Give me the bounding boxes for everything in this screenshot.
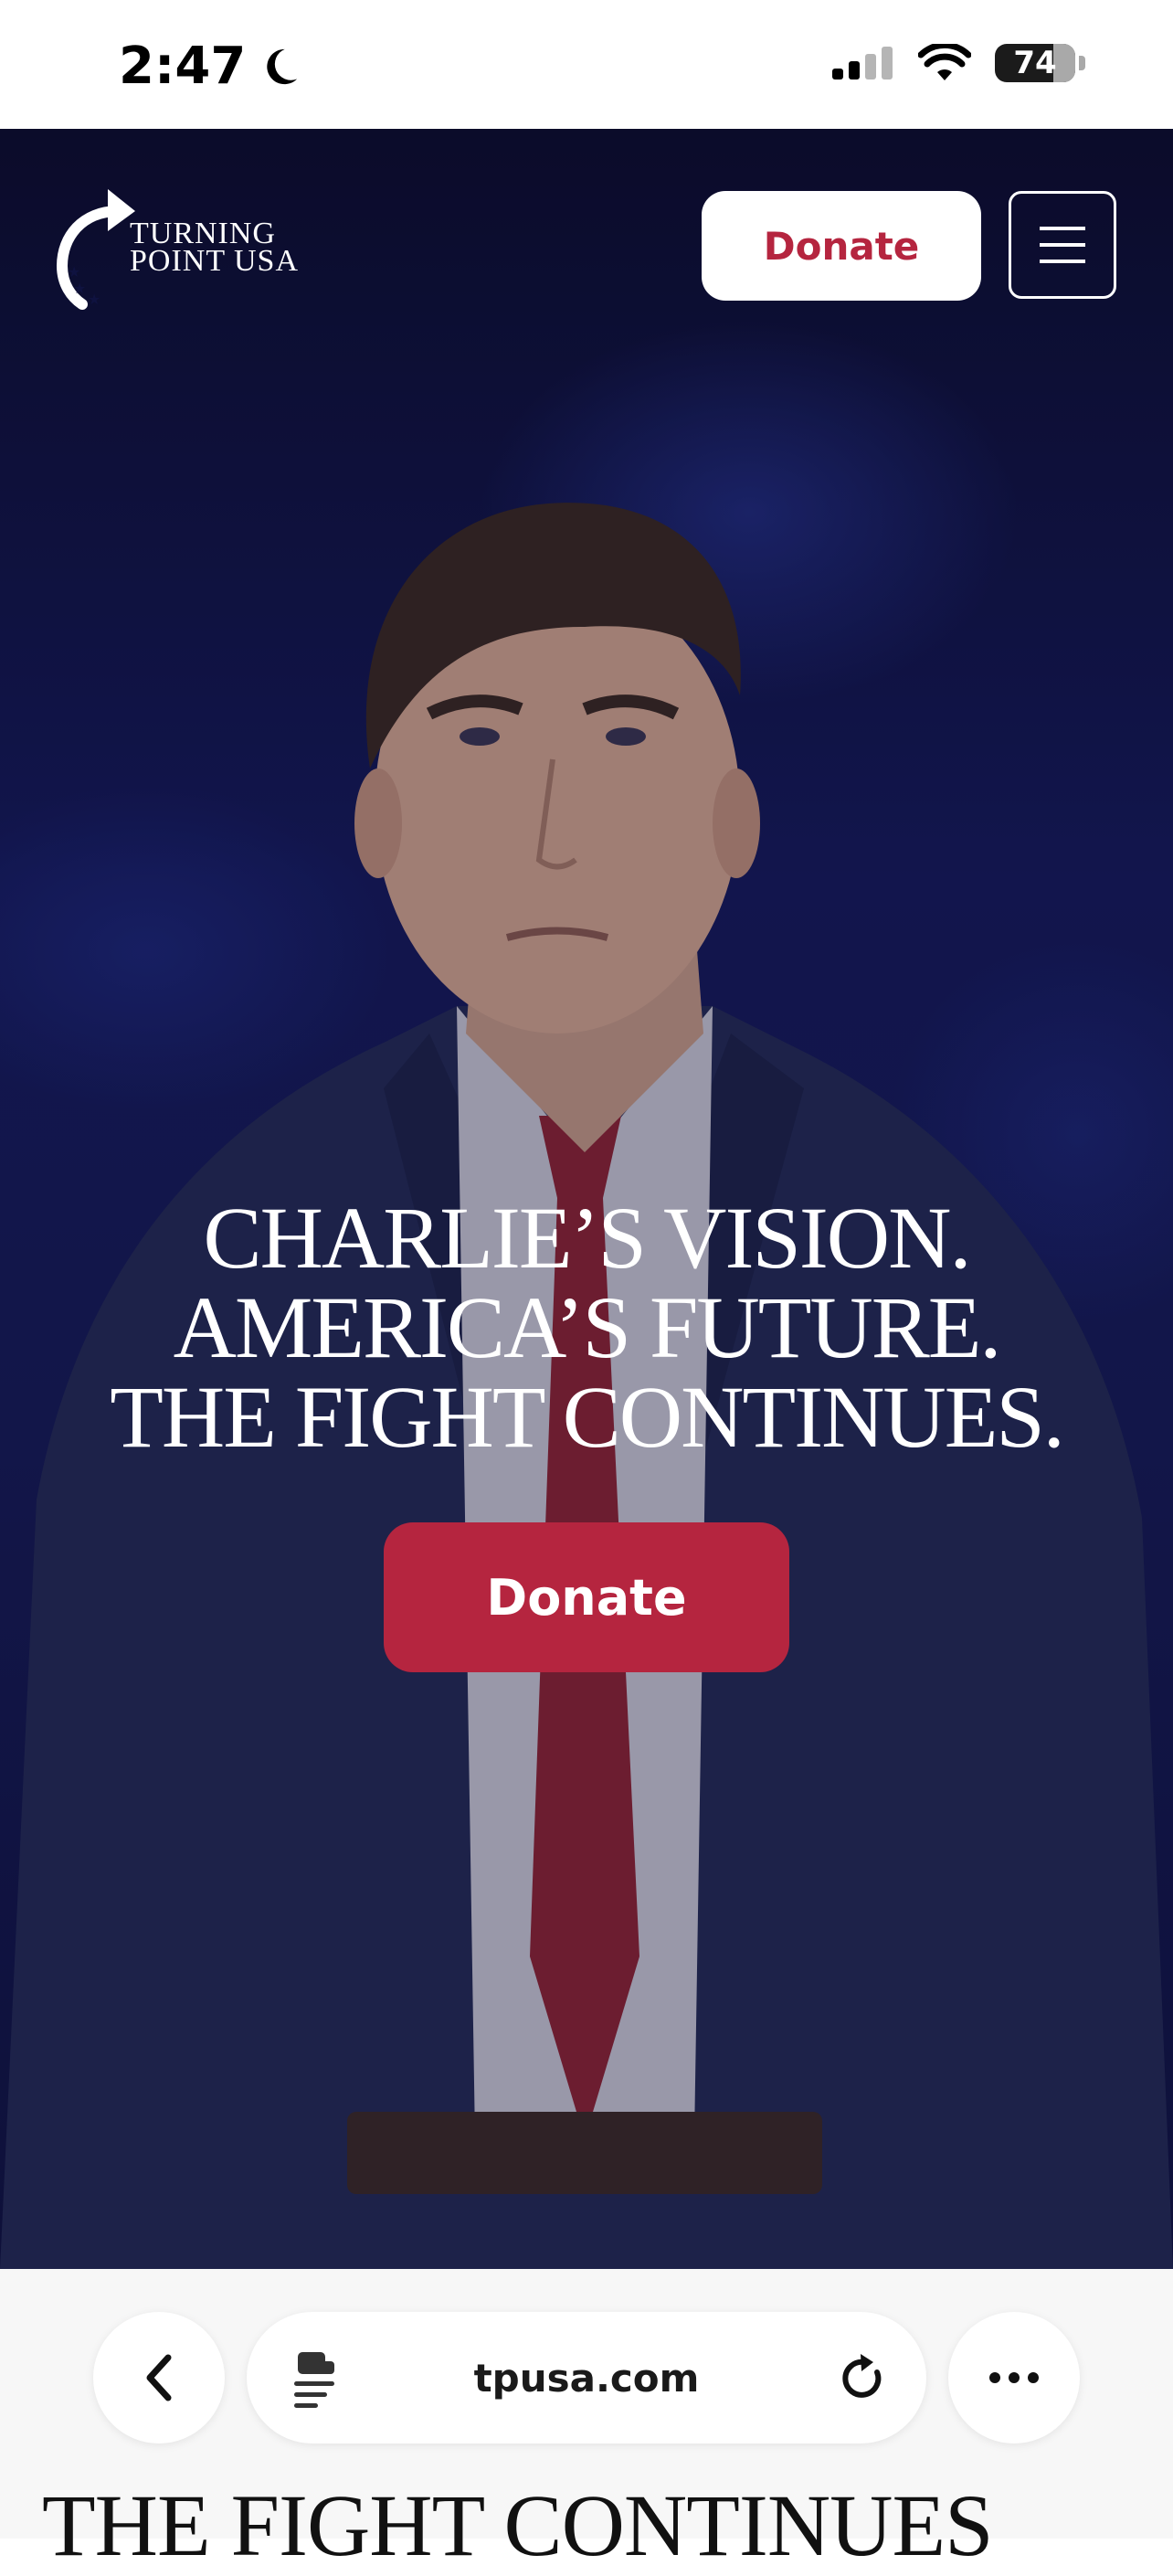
- header-donate-button[interactable]: Donate: [702, 191, 981, 301]
- chevron-left-icon: [146, 2354, 172, 2401]
- battery-level: 74: [1013, 45, 1057, 81]
- hamburger-menu-icon: [1040, 227, 1085, 263]
- hero-donate-button[interactable]: Donate: [384, 1522, 789, 1672]
- status-bar: 2:47 74: [0, 0, 1173, 129]
- hero-section: ★ ★ ★ TURNING POINT USA Donate CHARLIE’S…: [0, 129, 1173, 2269]
- battery-cap: [1079, 56, 1085, 70]
- battery-icon: 74: [995, 44, 1075, 82]
- logo-line2: POINT USA: [130, 244, 300, 278]
- hamburger-menu-button[interactable]: [1009, 191, 1116, 299]
- more-options-button[interactable]: [948, 2312, 1080, 2443]
- next-section-heading: THE FIGHT CONTINUES: [42, 2476, 994, 2574]
- ellipsis-icon: [989, 2372, 1039, 2383]
- hero-heading-line: CHARLIE’S VISION.: [203, 1189, 972, 1287]
- logo-wordmark: TURNING POINT USA: [130, 218, 300, 278]
- reload-icon[interactable]: [837, 2350, 890, 2405]
- hero-heading-line: THE FIGHT CONTINUES.: [110, 1368, 1065, 1466]
- status-time-text: 2:47: [119, 37, 247, 96]
- wifi-icon: [918, 44, 971, 80]
- back-button[interactable]: [93, 2312, 225, 2443]
- browser-toolbar: tpusa.com THE FIGHT CONTINUES: [0, 2269, 1173, 2574]
- turning-arrow-logo-icon: ★ ★ ★: [56, 189, 135, 310]
- url-text: tpusa.com: [473, 2356, 700, 2401]
- tpusa-logo[interactable]: ★ ★ ★ TURNING POINT USA: [55, 184, 299, 312]
- svg-text:★: ★: [68, 265, 80, 281]
- address-bar[interactable]: tpusa.com: [247, 2312, 926, 2443]
- status-indicators: 74: [832, 44, 1085, 82]
- hero-heading-line: AMERICA’S FUTURE.: [173, 1278, 1002, 1376]
- hero-heading: CHARLIE’S VISION. AMERICA’S FUTURE. THE …: [0, 1193, 1173, 1462]
- svg-text:★: ★: [88, 292, 100, 308]
- cellular-signal-icon: [832, 47, 893, 80]
- svg-text:★: ★: [73, 281, 86, 297]
- status-time: 2:47: [119, 37, 301, 96]
- moon-icon: [267, 48, 298, 84]
